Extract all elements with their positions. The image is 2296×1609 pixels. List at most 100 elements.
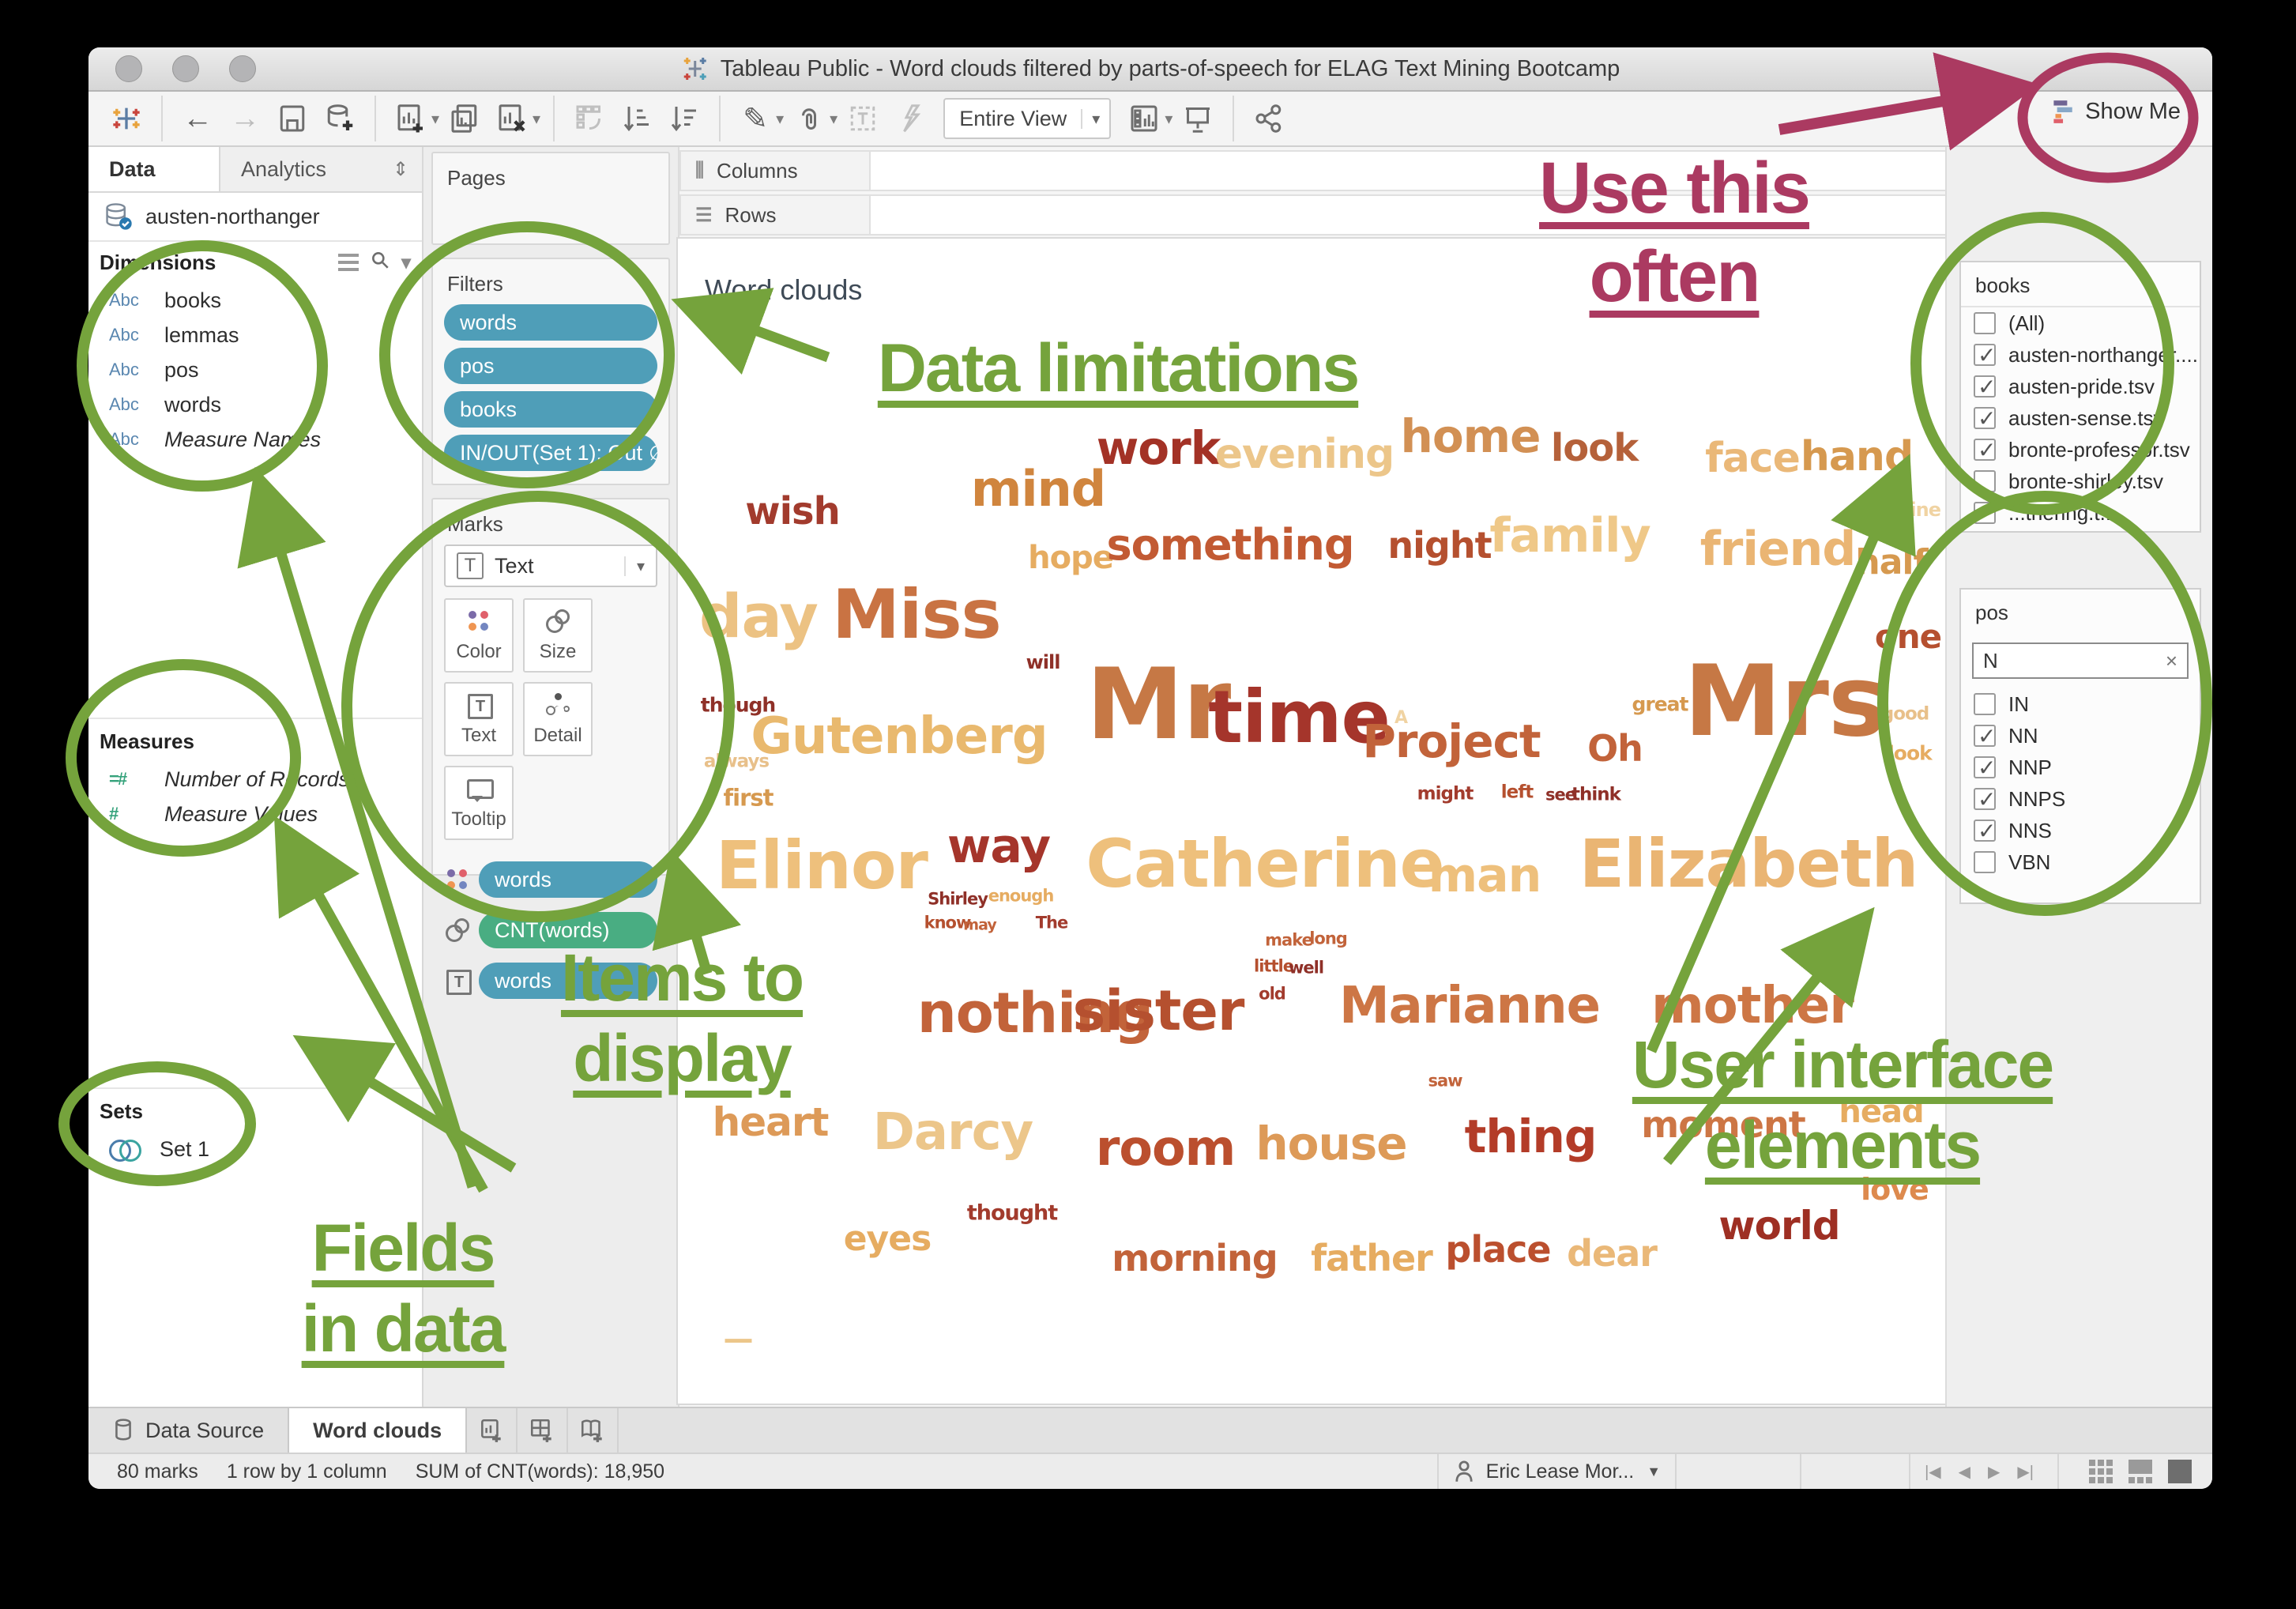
filter-checkbox-row[interactable]: austen-pride.tsv — [1961, 371, 2200, 402]
checkbox[interactable] — [1974, 693, 1996, 715]
cloud-word[interactable]: mind — [971, 465, 1105, 514]
filter-checkbox-row[interactable]: NN — [1961, 720, 2200, 752]
new-story-tab-icon[interactable] — [568, 1408, 619, 1453]
swap-rows-columns-icon[interactable] — [569, 98, 610, 139]
clear-search-icon[interactable]: × — [2166, 649, 2177, 673]
cloud-word[interactable]: though — [701, 695, 775, 715]
show-hide-cards-icon[interactable] — [1124, 98, 1165, 139]
undo-icon[interactable]: ← — [177, 98, 218, 139]
filter-checkbox-row[interactable]: austen-northanger.... — [1961, 339, 2200, 371]
measure-field[interactable]: =# Number of Records — [88, 762, 422, 797]
cloud-word[interactable]: look — [1888, 744, 1932, 763]
pane-sort-icon[interactable]: ⇕ — [379, 147, 422, 191]
cloud-word[interactable]: room — [1096, 1124, 1235, 1173]
redo-icon[interactable]: → — [224, 98, 265, 139]
prev-page-icon[interactable]: ◀ — [1959, 1462, 1970, 1482]
set-field[interactable]: Set 1 — [88, 1132, 422, 1166]
pos-search-input[interactable]: N × — [1972, 642, 2189, 679]
cloud-word[interactable]: heart — [713, 1102, 829, 1142]
cloud-word[interactable]: man — [1428, 852, 1541, 899]
cloud-word[interactable]: night — [1387, 527, 1491, 563]
cloud-word[interactable]: wish — [745, 492, 840, 530]
view-data-grid-icon[interactable] — [338, 254, 359, 271]
cloud-word[interactable]: Marianne — [1339, 981, 1600, 1031]
clear-sheet-icon[interactable] — [491, 98, 533, 139]
checkbox[interactable] — [1974, 788, 1996, 810]
worksheet-view[interactable]: Word clouds wishmindworkeveninghomelookf… — [676, 237, 1947, 1405]
duplicate-sheet-icon[interactable] — [444, 98, 485, 139]
filter-checkbox-row[interactable]: bronte-professor.tsv — [1961, 434, 2200, 465]
search-icon[interactable] — [370, 250, 390, 276]
group-caret-icon[interactable]: ▾ — [830, 109, 837, 129]
cloud-word[interactable]: hope — [1028, 542, 1113, 574]
cloud-word[interactable]: old — [1259, 986, 1285, 1003]
paperclip-icon[interactable] — [789, 98, 830, 139]
marks-button[interactable]: Size — [523, 598, 593, 673]
marks-pill[interactable]: words — [479, 963, 657, 999]
checkbox[interactable] — [1974, 407, 1996, 429]
filter-pill[interactable]: books — [444, 391, 657, 428]
cloud-word[interactable]: first — [724, 787, 773, 810]
tab-analytics[interactable]: Analytics — [219, 147, 379, 191]
cloud-word[interactable]: Mrs — [1684, 653, 1885, 751]
filter-pill[interactable]: pos — [444, 348, 657, 384]
filter-checkbox-row[interactable]: NNP — [1961, 752, 2200, 783]
dimensions-menu-caret-icon[interactable]: ▾ — [401, 251, 411, 274]
dimension-field[interactable]: Abc lemmas — [88, 318, 422, 352]
show-filmstrip-icon[interactable] — [2129, 1460, 2152, 1483]
cloud-word[interactable]: good — [1881, 706, 1929, 724]
close-window-icon[interactable] — [115, 55, 142, 82]
tab-data-source[interactable]: Data Source — [88, 1408, 288, 1453]
cloud-word[interactable]: way — [947, 823, 1050, 870]
checkbox[interactable] — [1974, 756, 1996, 778]
cloud-word[interactable]: place — [1445, 1231, 1550, 1268]
checkbox[interactable] — [1974, 470, 1996, 492]
new-worksheet-caret-icon[interactable]: ▾ — [431, 109, 439, 129]
marks-button[interactable]: Text — [444, 682, 514, 756]
checkbox[interactable] — [1974, 502, 1996, 524]
cloud-word[interactable]: The — [1036, 915, 1068, 932]
cloud-word[interactable]: will — [1026, 653, 1060, 672]
filter-checkbox-row[interactable]: ...thering.t... — [1961, 497, 2200, 529]
filter-pill[interactable]: IN/OUT(Set 1): Out ∅ — [444, 435, 657, 471]
last-page-icon[interactable]: ▶| — [2017, 1462, 2034, 1482]
cloud-word[interactable]: little — [1254, 959, 1293, 975]
cloud-word[interactable]: day — [699, 586, 818, 646]
cloud-word[interactable]: thing — [1465, 1113, 1597, 1159]
cloud-word[interactable]: may — [963, 918, 996, 933]
cloud-word[interactable]: hand — [1801, 436, 1913, 477]
filter-checkbox-row[interactable]: NNPS — [1961, 783, 2200, 815]
new-dashboard-tab-icon[interactable] — [518, 1408, 568, 1453]
dimension-field[interactable]: Abc Measure Names — [88, 422, 422, 457]
cloud-word[interactable]: something — [1107, 524, 1354, 567]
cloud-word[interactable]: moment — [1641, 1106, 1805, 1143]
marks-button[interactable]: Detail — [523, 682, 593, 756]
checkbox[interactable] — [1974, 725, 1996, 747]
cloud-word[interactable]: Caroline — [1858, 500, 1940, 519]
pages-card[interactable]: Pages — [431, 152, 670, 245]
minimize-window-icon[interactable] — [172, 55, 199, 82]
show-tabs-icon[interactable] — [2089, 1460, 2113, 1483]
cloud-word[interactable]: friend — [1700, 526, 1856, 573]
marks-button[interactable]: Tooltip — [444, 766, 514, 840]
cloud-word[interactable]: dear — [1567, 1235, 1657, 1272]
zoom-window-icon[interactable] — [229, 55, 256, 82]
cloud-word[interactable]: well — [1289, 960, 1323, 977]
tab-data[interactable]: Data — [88, 147, 219, 191]
cloud-word[interactable]: Elinor — [716, 832, 928, 899]
cloud-word[interactable]: family — [1489, 512, 1650, 560]
checkbox[interactable] — [1974, 851, 1996, 873]
dimension-field[interactable]: Abc pos — [88, 352, 422, 387]
filter-checkbox-row[interactable]: (All) — [1961, 307, 2200, 339]
cloud-word[interactable]: great — [1632, 695, 1688, 714]
cloud-word[interactable]: saw — [1428, 1073, 1462, 1090]
new-worksheet-icon[interactable] — [390, 98, 431, 139]
checkbox[interactable] — [1974, 312, 1996, 334]
clear-sheet-caret-icon[interactable]: ▾ — [533, 109, 540, 129]
highlight-caret-icon[interactable]: ▾ — [776, 109, 784, 129]
measure-field[interactable]: # Measure Values — [88, 797, 422, 831]
marks-card[interactable]: Marks T Text ▾ Color Size — [431, 498, 670, 876]
cloud-word[interactable]: enough — [988, 888, 1054, 905]
cards-caret-icon[interactable]: ▾ — [1165, 109, 1172, 129]
highlight-pen-icon[interactable]: ✎ — [735, 98, 776, 139]
